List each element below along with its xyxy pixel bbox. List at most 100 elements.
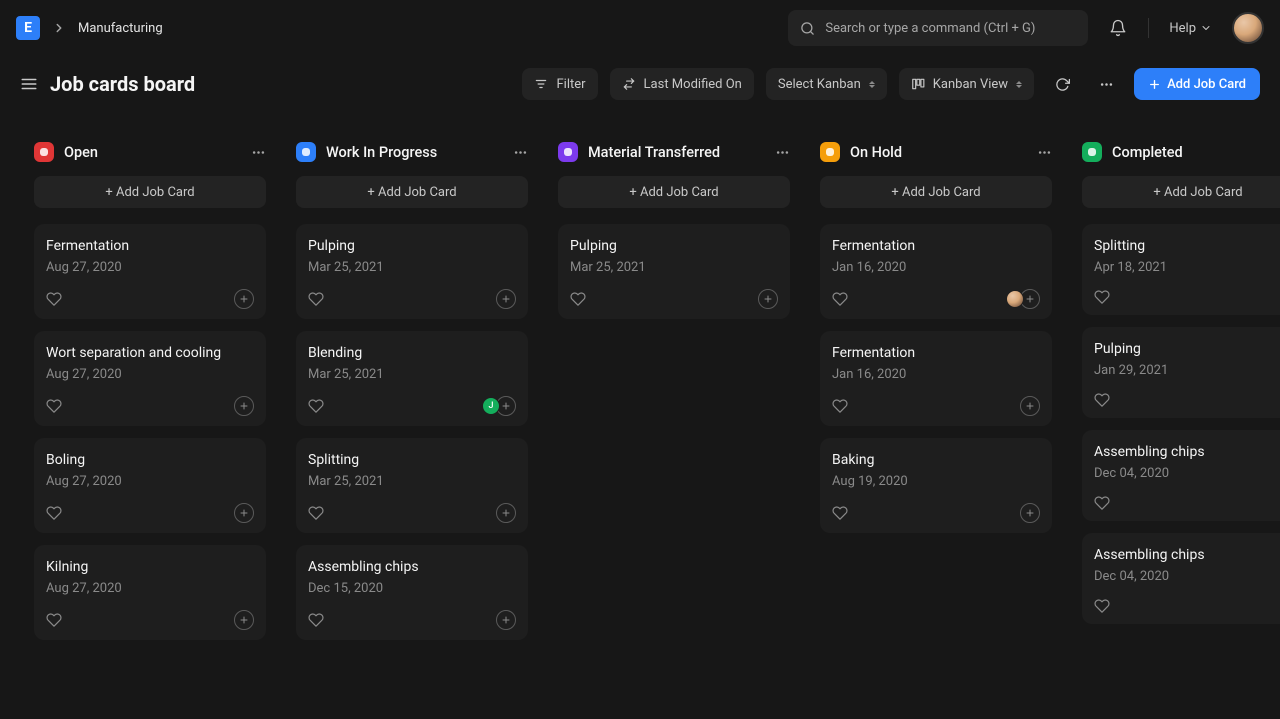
job-card[interactable]: PulpingJan 29, 2021 [1082, 327, 1280, 418]
more-options-button[interactable] [1090, 68, 1122, 100]
kanban-column: Open + Add Job Card FermentationAug 27, 20… [34, 142, 266, 652]
page-title: Job cards board [50, 72, 195, 96]
column-more-button[interactable] [1037, 145, 1052, 160]
like-button[interactable] [46, 291, 62, 307]
sort-button[interactable]: Last Modified On [610, 68, 754, 100]
like-button[interactable] [1094, 495, 1110, 511]
divider [1148, 18, 1149, 38]
user-avatar[interactable] [1232, 12, 1264, 44]
menu-toggle-button[interactable] [20, 75, 38, 93]
job-card[interactable]: BolingAug 27, 2020 [34, 438, 266, 533]
select-kanban-button[interactable]: Select Kanban [766, 68, 887, 100]
assign-button[interactable] [496, 610, 516, 630]
add-card-button[interactable]: + Add Job Card [1082, 176, 1280, 208]
job-card[interactable]: KilningAug 27, 2020 [34, 545, 266, 640]
notifications-button[interactable] [1100, 10, 1136, 46]
card-title: Fermentation [46, 238, 254, 254]
like-button[interactable] [1094, 289, 1110, 305]
assign-button[interactable] [1020, 503, 1040, 523]
card-title: Wort separation and cooling [46, 345, 254, 361]
card-date: Apr 18, 2021 [1094, 260, 1280, 275]
job-card[interactable]: BlendingMar 25, 2021J [296, 331, 528, 426]
refresh-button[interactable] [1046, 68, 1078, 100]
assign-button[interactable] [234, 610, 254, 630]
card-title: Assembling chips [1094, 444, 1280, 460]
card-date: Aug 19, 2020 [832, 474, 1040, 489]
filter-button[interactable]: Filter [522, 68, 597, 100]
help-button[interactable]: Help [1161, 21, 1220, 36]
job-card[interactable]: FermentationJan 16, 2020 [820, 224, 1052, 319]
breadcrumb[interactable]: Manufacturing [78, 21, 163, 36]
column-title: Material Transferred [588, 144, 765, 161]
job-card[interactable]: Assembling chipsDec 04, 2020 [1082, 430, 1280, 521]
card-footer [832, 503, 1040, 523]
like-button[interactable] [308, 398, 324, 414]
assign-button[interactable] [758, 289, 778, 309]
column-more-button[interactable] [775, 145, 790, 160]
view-select-button[interactable]: Kanban View [899, 68, 1034, 100]
add-card-button[interactable]: + Add Job Card [34, 176, 266, 208]
column-header: Material Transferred [558, 142, 790, 162]
job-card[interactable]: Pulping Mar 25, 2021 [558, 224, 790, 319]
card-title: Baking [832, 452, 1040, 468]
column-header: Completed [1082, 142, 1280, 162]
like-button[interactable] [308, 612, 324, 628]
assign-button[interactable] [1020, 396, 1040, 416]
card-title: Assembling chips [308, 559, 516, 575]
card-footer [308, 289, 516, 309]
search-input[interactable]: Search or type a command (Ctrl + G) [788, 10, 1088, 46]
column-title: Open [64, 144, 241, 161]
job-card[interactable]: Wort separation and coolingAug 27, 2020 [34, 331, 266, 426]
assign-button[interactable] [234, 396, 254, 416]
card-date: Mar 25, 2021 [570, 260, 778, 275]
job-card[interactable]: Splitting Apr 18, 2021 [1082, 224, 1280, 315]
column-more-button[interactable] [513, 145, 528, 160]
assign-button[interactable] [234, 289, 254, 309]
brand-logo[interactable]: E [16, 16, 40, 40]
add-card-button[interactable]: + Add Job Card [820, 176, 1052, 208]
add-job-card-button[interactable]: Add Job Card [1134, 68, 1260, 100]
kanban-column: Work In Progress + Add Job Card PulpingMar… [296, 142, 528, 652]
card-date: Jan 16, 2020 [832, 367, 1040, 382]
like-button[interactable] [46, 612, 62, 628]
like-button[interactable] [832, 291, 848, 307]
assign-button[interactable] [496, 289, 516, 309]
kanban-column: Completed + Add Job Card Splitting Apr 18, … [1082, 142, 1280, 652]
like-button[interactable] [1094, 598, 1110, 614]
job-card[interactable]: Assembling chipsDec 04, 2020 [1082, 533, 1280, 624]
assignee-avatar[interactable] [1006, 290, 1024, 308]
like-button[interactable] [308, 505, 324, 521]
like-button[interactable] [308, 291, 324, 307]
card-footer [1094, 598, 1280, 614]
like-button[interactable] [46, 398, 62, 414]
add-card-button[interactable]: + Add Job Card [558, 176, 790, 208]
job-card[interactable]: FermentationAug 27, 2020 [34, 224, 266, 319]
column-more-button[interactable] [251, 145, 266, 160]
kanban-board: Open + Add Job Card FermentationAug 27, 20… [0, 112, 1280, 682]
job-card[interactable]: SplittingMar 25, 2021 [296, 438, 528, 533]
kanban-icon [911, 77, 925, 91]
job-card[interactable]: FermentationJan 16, 2020 [820, 331, 1052, 426]
like-button[interactable] [832, 505, 848, 521]
like-button[interactable] [1094, 392, 1110, 408]
card-title: Boling [46, 452, 254, 468]
card-title: Pulping [570, 238, 778, 254]
like-button[interactable] [570, 291, 586, 307]
assign-button[interactable] [496, 503, 516, 523]
assign-button[interactable] [234, 503, 254, 523]
job-card[interactable]: PulpingMar 25, 2021 [296, 224, 528, 319]
column-title: Work In Progress [326, 144, 503, 161]
card-date: Mar 25, 2021 [308, 474, 516, 489]
refresh-icon [1055, 77, 1070, 92]
add-card-button[interactable]: + Add Job Card [296, 176, 528, 208]
like-button[interactable] [46, 505, 62, 521]
card-title: Splitting [1094, 238, 1280, 254]
card-footer [46, 610, 254, 630]
assignee-avatar[interactable]: J [482, 397, 500, 415]
job-card[interactable]: Baking Aug 19, 2020 [820, 438, 1052, 533]
column-title: Completed [1112, 144, 1280, 161]
card-footer [308, 503, 516, 523]
job-card[interactable]: Assembling chipsDec 15, 2020 [296, 545, 528, 640]
like-button[interactable] [832, 398, 848, 414]
card-footer [832, 289, 1040, 309]
